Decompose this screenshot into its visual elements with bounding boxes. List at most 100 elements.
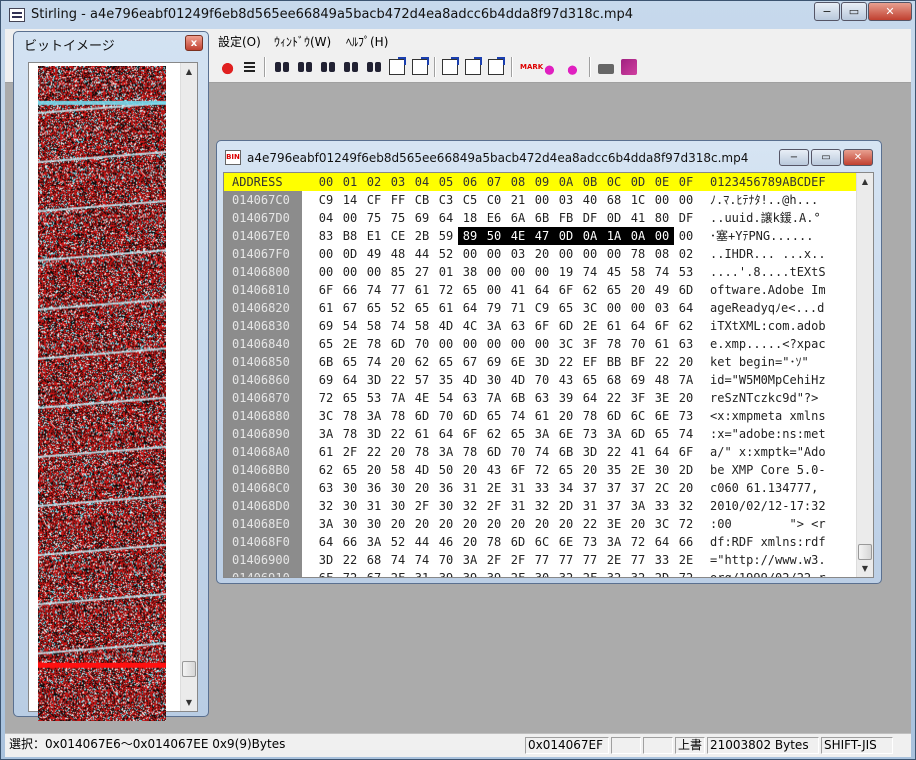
hex-byte[interactable]: 64 bbox=[314, 533, 338, 551]
hex-byte[interactable]: 31 bbox=[506, 497, 530, 515]
hex-byte[interactable]: 6F bbox=[314, 569, 338, 577]
hex-byte[interactable]: 2D bbox=[554, 497, 578, 515]
hex-byte[interactable]: 52 bbox=[434, 245, 458, 263]
hex-byte[interactable]: 04 bbox=[314, 209, 338, 227]
hex-byte[interactable]: 43 bbox=[554, 371, 578, 389]
hex-byte[interactable]: BF bbox=[626, 353, 650, 371]
bitmap-scroll-thumb[interactable] bbox=[182, 661, 196, 677]
hex-row[interactable]: 01406850 6B 65 74 20 62 65 67 69 6E 3D 22 EF BB BF 22 20… bbox=[224, 353, 858, 371]
hex-row[interactable]: 01406870 72 65 53 7A 4E 54 63 7A 6B 63 39 64 22 3F 3E 20… bbox=[224, 389, 858, 407]
hex-byte[interactable]: 69 bbox=[482, 353, 506, 371]
hex-byte[interactable]: 54 bbox=[434, 389, 458, 407]
hex-byte[interactable]: 20 bbox=[386, 515, 410, 533]
hex-byte[interactable]: 03 bbox=[650, 299, 674, 317]
hex-byte[interactable]: 2F bbox=[338, 443, 362, 461]
hex-byte[interactable]: 6C bbox=[530, 533, 554, 551]
hex-byte[interactable]: 74 bbox=[362, 281, 386, 299]
hex-byte[interactable]: 79 bbox=[482, 299, 506, 317]
hex-byte[interactable]: B8 bbox=[338, 227, 362, 245]
hex-byte[interactable]: 39 bbox=[458, 569, 482, 577]
hex-byte[interactable]: 3A bbox=[458, 551, 482, 569]
hex-byte[interactable]: 73 bbox=[578, 425, 602, 443]
hex-byte[interactable]: 00 bbox=[674, 191, 698, 209]
hex-byte[interactable]: 39 bbox=[482, 569, 506, 577]
hex-byte[interactable]: 00 bbox=[338, 209, 362, 227]
hex-byte[interactable]: 4E bbox=[506, 227, 530, 245]
hex-byte[interactable]: 00 bbox=[458, 245, 482, 263]
hex-byte[interactable]: 6F bbox=[314, 281, 338, 299]
hex-byte[interactable]: 3A bbox=[482, 317, 506, 335]
hex-byte[interactable]: 2F bbox=[482, 551, 506, 569]
hex-byte[interactable]: 30 bbox=[434, 497, 458, 515]
hex-byte[interactable]: 2E bbox=[674, 551, 698, 569]
hex-byte[interactable]: 65 bbox=[554, 461, 578, 479]
menu-help[interactable]: ﾍﾙﾌﾟ(H) bbox=[346, 33, 388, 50]
next-mark-button[interactable] bbox=[540, 56, 562, 78]
hex-byte[interactable]: 30 bbox=[530, 569, 554, 577]
hex-byte[interactable]: 03 bbox=[506, 245, 530, 263]
hex-byte[interactable]: 44 bbox=[410, 245, 434, 263]
hex-row[interactable]: 014068B0 62 65 20 58 4D 50 20 43 6F 72 65 20 35 2E 30 2D… bbox=[224, 461, 858, 479]
hex-row[interactable]: 014067F0 00 0D 49 48 44 52 00 00 03 20 00 00 00 78 08 02… bbox=[224, 245, 858, 263]
hex-byte[interactable]: 00 bbox=[602, 245, 626, 263]
hex-byte[interactable]: 48 bbox=[386, 245, 410, 263]
hex-byte[interactable]: 74 bbox=[362, 353, 386, 371]
hex-byte[interactable]: DF bbox=[674, 209, 698, 227]
hex-byte[interactable]: 6F bbox=[674, 443, 698, 461]
hex-byte[interactable]: 3F bbox=[626, 389, 650, 407]
hex-byte[interactable]: 00 bbox=[530, 335, 554, 353]
hex-byte[interactable]: 74 bbox=[650, 263, 674, 281]
hex-byte[interactable]: 3A bbox=[434, 443, 458, 461]
hex-byte[interactable]: 6D bbox=[554, 317, 578, 335]
hex-byte[interactable]: 48 bbox=[650, 371, 674, 389]
hex-byte[interactable]: 3D bbox=[530, 353, 554, 371]
hex-byte[interactable]: 00 bbox=[482, 263, 506, 281]
hex-byte[interactable]: 69 bbox=[314, 371, 338, 389]
hex-byte[interactable]: 20 bbox=[410, 515, 434, 533]
hex-row[interactable]: 01406830 69 54 58 74 58 4D 4C 3A 63 6F 6D 2E 61 64 6F 62… bbox=[224, 317, 858, 335]
hex-byte[interactable]: 71 bbox=[506, 299, 530, 317]
hex-byte[interactable]: 69 bbox=[410, 209, 434, 227]
hex-byte[interactable]: 68 bbox=[602, 371, 626, 389]
hex-byte[interactable]: 30 bbox=[338, 479, 362, 497]
menu-settings[interactable]: 設定(O) bbox=[218, 33, 261, 50]
hex-row[interactable]: 014068C0 63 30 36 30 20 36 31 2E 31 33 34 37 37 37 2C 20… bbox=[224, 479, 858, 497]
hex-byte[interactable]: 20 bbox=[674, 353, 698, 371]
bitmap-image[interactable] bbox=[38, 66, 166, 721]
hex-byte[interactable]: 72 bbox=[434, 281, 458, 299]
hex-byte[interactable]: 64 bbox=[650, 443, 674, 461]
hex-row[interactable]: 014068D0 32 30 31 30 2F 30 32 2F 31 32 2D 31 37 3A 33 32… bbox=[224, 497, 858, 515]
hex-byte[interactable]: 53 bbox=[362, 389, 386, 407]
hex-byte[interactable]: 37 bbox=[578, 479, 602, 497]
hex-byte[interactable]: 1C bbox=[626, 191, 650, 209]
scroll-down-icon[interactable]: ▼ bbox=[181, 694, 197, 711]
hex-byte[interactable]: 22 bbox=[338, 551, 362, 569]
minimize-button[interactable]: − bbox=[814, 2, 840, 21]
hex-byte[interactable]: 3A bbox=[530, 425, 554, 443]
hex-byte[interactable]: 78 bbox=[386, 407, 410, 425]
hex-byte[interactable]: 64 bbox=[434, 425, 458, 443]
hex-byte[interactable]: 6F bbox=[650, 317, 674, 335]
hex-byte[interactable]: 6D bbox=[602, 407, 626, 425]
hex-row[interactable]: 01406800 00 00 00 85 27 01 38 00 00 00 19 74 45 58 74 53… bbox=[224, 263, 858, 281]
hex-byte[interactable]: 31 bbox=[410, 569, 434, 577]
hex-row[interactable]: 01406840 65 2E 78 6D 70 00 00 00 00 00 3C 3F 78 70 61 63… bbox=[224, 335, 858, 353]
hex-byte[interactable]: 00 bbox=[554, 245, 578, 263]
hex-byte[interactable]: 6D bbox=[482, 443, 506, 461]
hex-byte[interactable]: 31 bbox=[458, 479, 482, 497]
hex-byte[interactable]: 65 bbox=[410, 299, 434, 317]
hex-byte[interactable]: 58 bbox=[362, 317, 386, 335]
hex-byte[interactable]: 00 bbox=[314, 263, 338, 281]
hex-byte[interactable]: 63 bbox=[458, 389, 482, 407]
hex-byte[interactable]: 63 bbox=[674, 335, 698, 353]
hex-byte[interactable]: 6D bbox=[386, 335, 410, 353]
hex-byte[interactable]: 20 bbox=[674, 479, 698, 497]
hex-byte[interactable]: FB bbox=[554, 209, 578, 227]
hex-byte[interactable]: 70 bbox=[434, 407, 458, 425]
hex-byte[interactable]: 65 bbox=[434, 353, 458, 371]
hex-byte[interactable]: 50 bbox=[434, 461, 458, 479]
hex-byte[interactable]: 77 bbox=[554, 551, 578, 569]
hex-byte[interactable]: 83 bbox=[314, 227, 338, 245]
hex-byte[interactable]: 49 bbox=[362, 245, 386, 263]
hex-byte[interactable]: 65 bbox=[482, 407, 506, 425]
